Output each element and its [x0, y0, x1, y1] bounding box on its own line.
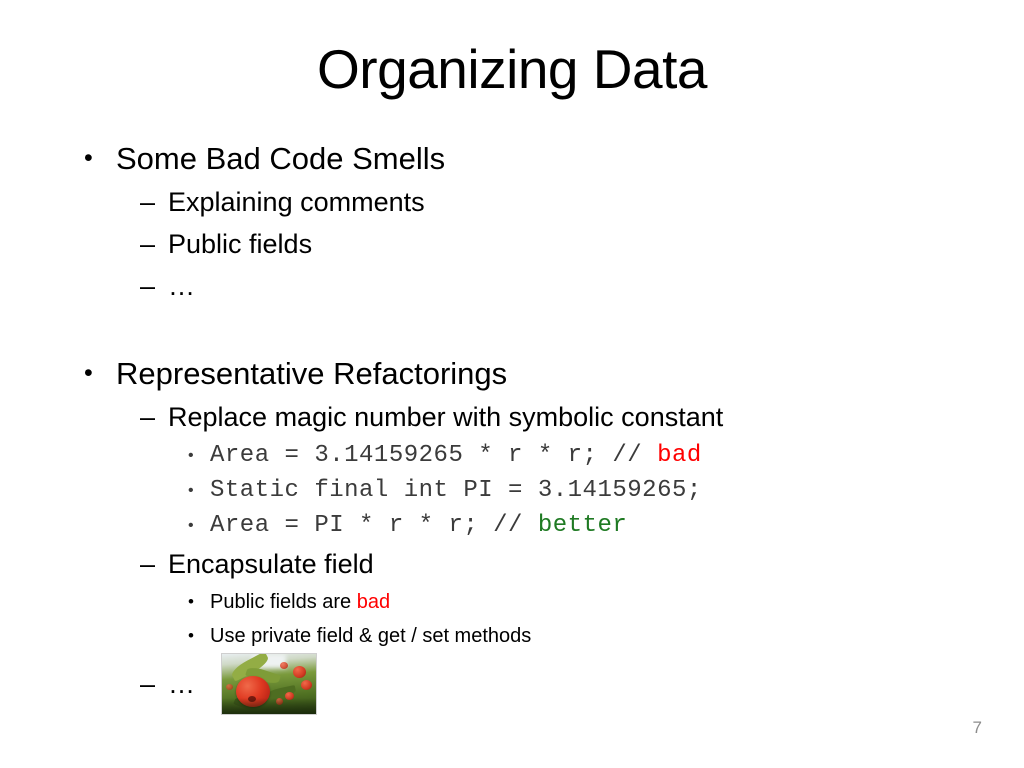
- dash-marker-icon: –: [140, 229, 156, 259]
- code-text: Area = PI * r * r; // better: [210, 508, 627, 543]
- bullet-marker-icon: •: [188, 482, 194, 499]
- background-apple: [280, 662, 288, 669]
- bullet-marker-icon: •: [188, 517, 194, 534]
- bullet-marker-icon: •: [188, 447, 194, 464]
- bullet-text: Representative Refactorings: [116, 356, 508, 391]
- bullet-marker-icon: •: [84, 144, 93, 172]
- code-text: Static final int PI = 3.14159265;: [210, 473, 702, 508]
- code-comment-bad: bad: [657, 442, 702, 469]
- dash-marker-icon: –: [140, 549, 156, 579]
- photo-shadow-overlay: [222, 698, 316, 714]
- bullet-text: Some Bad Code Smells: [116, 141, 446, 176]
- bullet-text: Use private field & get / set methods: [210, 625, 532, 647]
- bullet-level2-ellipsis: – …: [140, 265, 964, 307]
- bullet-text: Replace magic number with symbolic const…: [168, 402, 724, 432]
- bullet-level2-public-fields: – Public fields: [140, 223, 964, 265]
- bullet-level2-encapsulate-field: – Encapsulate field: [140, 543, 964, 585]
- presentation-slide: Organizing Data • Some Bad Code Smells –…: [0, 0, 1024, 768]
- slide-body: • Some Bad Code Smells – Explaining comm…: [84, 136, 964, 715]
- code-statement: Static final int PI = 3.14159265;: [210, 477, 702, 504]
- dash-marker-icon: –: [140, 669, 156, 699]
- bullet-level1-some-bad-code-smells: • Some Bad Code Smells: [84, 136, 964, 181]
- dash-marker-icon: –: [140, 271, 156, 301]
- bullet-text: …: [168, 669, 195, 699]
- page-number: 7: [972, 718, 982, 737]
- apple-on-tree-photo: [221, 653, 317, 715]
- bullet-text: Public fields are bad: [210, 585, 390, 619]
- bullet-marker-icon: •: [188, 592, 194, 611]
- dash-marker-icon: –: [140, 187, 156, 217]
- bullet-marker-icon: •: [84, 359, 93, 387]
- code-line-area-pi: • Area = PI * r * r; // better: [188, 508, 964, 543]
- background-apple: [226, 684, 233, 690]
- bullet-text: Public fields: [168, 229, 313, 259]
- dash-marker-icon: –: [140, 402, 156, 432]
- background-apple: [293, 666, 306, 678]
- bullet-level2-replace-magic-number: – Replace magic number with symbolic con…: [140, 396, 964, 438]
- bullet-level2-ellipsis-with-image: – …: [140, 653, 964, 715]
- bullet-text: Explaining comments: [168, 187, 425, 217]
- bullet-marker-icon: •: [188, 626, 194, 645]
- bullet-level3-use-private-field: • Use private field & get / set methods: [188, 619, 964, 653]
- bullet-level2-explaining-comments: – Explaining comments: [140, 181, 964, 223]
- bullet-level3-public-fields-are-bad: • Public fields are bad: [188, 585, 964, 619]
- code-line-static-final-pi: • Static final int PI = 3.14159265;: [188, 473, 964, 508]
- code-text: Area = 3.14159265 * r * r; // bad: [210, 438, 702, 473]
- bullet-text: Encapsulate field: [168, 549, 374, 579]
- bullet-level1-representative-refactorings: • Representative Refactorings: [84, 351, 964, 396]
- bullet-text: …: [168, 271, 195, 301]
- bullet-text-prefix: Public fields are: [210, 591, 357, 613]
- code-line-area-magic-number: • Area = 3.14159265 * r * r; // bad: [188, 438, 964, 473]
- background-apple: [301, 680, 312, 690]
- slide-title: Organizing Data: [317, 38, 707, 100]
- bullet-text-highlight-bad: bad: [356, 591, 391, 613]
- code-statement: Area = PI * r * r; //: [210, 512, 538, 539]
- code-comment-better: better: [537, 512, 628, 539]
- code-statement: Area = 3.14159265 * r * r; //: [210, 442, 658, 469]
